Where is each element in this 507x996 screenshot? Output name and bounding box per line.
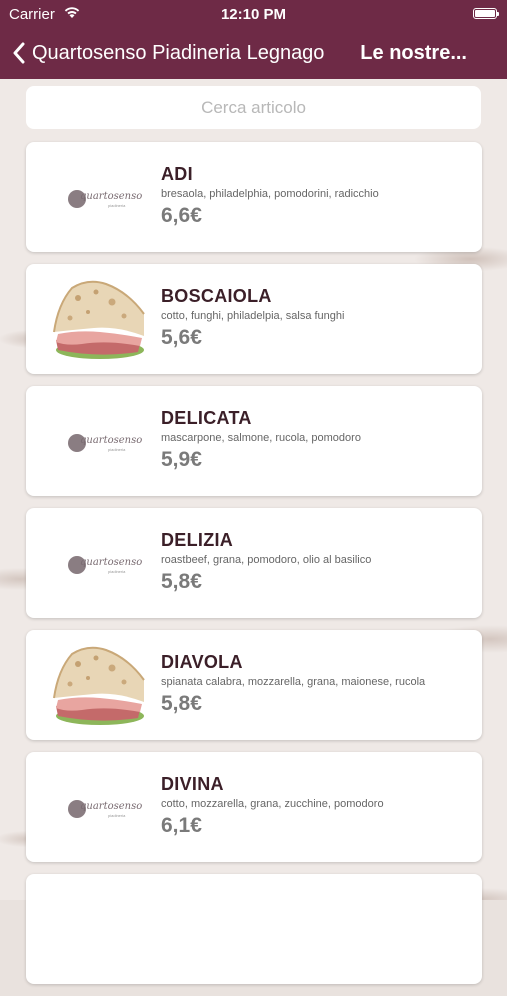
item-price: 5,8€	[161, 570, 202, 593]
menu-list: quartosenso piadineria ADI bresaola, phil…	[26, 142, 482, 996]
item-name: DELIZIA	[161, 530, 234, 550]
status-time: 12:10 PM	[220, 6, 287, 23]
item-thumbnail	[48, 274, 148, 364]
item-info: DELICATA mascarpone, salmone, rucola, pom…	[161, 408, 472, 472]
item-ingredients: mascarpone, salmone, rucola, pomodoro	[161, 432, 361, 444]
item-name: DIAVOLA	[161, 652, 243, 672]
quartosenso-logo: quartosenso piadineria	[68, 432, 142, 454]
menu-item-next-partial[interactable]	[26, 874, 482, 984]
status-bar: Carrier 12:10 PM	[0, 0, 507, 28]
item-thumbnail: quartosenso piadineria	[48, 396, 148, 486]
item-name: DIVINA	[161, 774, 224, 794]
item-name: DELICATA	[161, 408, 252, 428]
item-ingredients: cotto, funghi, philadelpia, salsa funghi	[161, 310, 345, 322]
piadina-photo	[53, 646, 145, 725]
item-info: DELIZIA roastbeef, grana, pomodoro, olio …	[161, 530, 472, 594]
menu-item-divina[interactable]: quartosenso piadineria DIVINA cotto, mozz…	[26, 752, 482, 862]
item-thumbnail: quartosenso piadineria	[48, 518, 148, 608]
top-bar: Carrier 12:10 PM Quartosenso Piadineria …	[0, 0, 507, 79]
quartosenso-logo: quartosenso piadineria	[68, 554, 142, 576]
item-info: DIAVOLA spianata calabra, mozzarella, gra…	[161, 652, 472, 716]
navigation-bar: Quartosenso Piadineria Legnago Le nostre…	[0, 28, 507, 79]
item-thumbnail	[48, 640, 148, 730]
item-info: BOSCAIOLA cotto, funghi, philadelpia, sal…	[161, 286, 472, 350]
menu-item-delicata[interactable]: quartosenso piadineria DELICATA mascarpon…	[26, 386, 482, 496]
menu-item-diavola[interactable]: DIAVOLA spianata calabra, mozzarella, gra…	[26, 630, 482, 740]
search-input[interactable]	[26, 96, 481, 119]
item-price: 5,9€	[161, 448, 202, 471]
item-ingredients: roastbeef, grana, pomodoro, olio al basi…	[161, 554, 372, 566]
item-thumbnail: quartosenso piadineria	[48, 152, 148, 242]
chevron-left-icon	[13, 42, 25, 64]
page-title: Le nostre...	[360, 42, 467, 64]
item-price: 6,6€	[161, 204, 202, 227]
battery-icon	[473, 8, 499, 19]
menu-item-boscaiola[interactable]: BOSCAIOLA cotto, funghi, philadelpia, sal…	[26, 264, 482, 374]
item-name: BOSCAIOLA	[161, 286, 272, 306]
piadina-photo	[53, 280, 145, 359]
item-ingredients: spianata calabra, mozzarella, grana, mai…	[161, 676, 426, 688]
item-ingredients: cotto, mozzarella, grana, zucchine, pomo…	[161, 798, 384, 810]
item-info: ADI bresaola, philadelphia, pomodorini, r…	[161, 164, 472, 228]
menu-item-delizia[interactable]: quartosenso piadineria DELIZIA roastbeef,…	[26, 508, 482, 618]
quartosenso-logo: quartosenso piadineria	[68, 188, 142, 210]
item-price: 5,6€	[161, 326, 202, 349]
back-button-label: Quartosenso Piadineria Legnago	[32, 41, 325, 64]
quartosenso-logo: quartosenso piadineria	[68, 798, 142, 820]
menu-item-adi[interactable]: quartosenso piadineria ADI bresaola, phil…	[26, 142, 482, 252]
item-price: 6,1€	[161, 814, 202, 837]
item-price: 5,8€	[161, 692, 202, 715]
item-ingredients: bresaola, philadelphia, pomodorini, radi…	[161, 188, 379, 200]
item-info: DIVINA cotto, mozzarella, grana, zucchine…	[161, 774, 472, 838]
back-button[interactable]: Quartosenso Piadineria Legnago	[12, 38, 324, 68]
item-name: ADI	[161, 164, 193, 184]
item-thumbnail: quartosenso piadineria	[48, 762, 148, 852]
search-bar	[26, 86, 481, 129]
